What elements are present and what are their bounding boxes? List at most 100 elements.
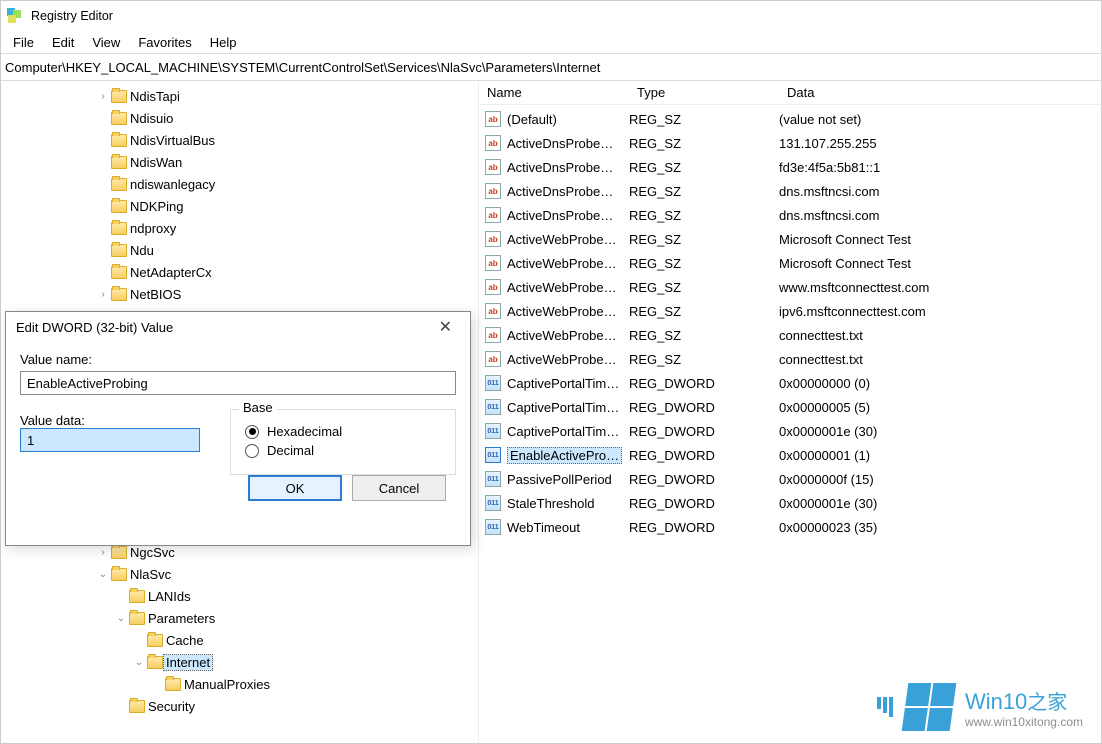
- value-row[interactable]: abActiveWebProbe…REG_SZMicrosoft Connect…: [479, 227, 1101, 251]
- menu-edit[interactable]: Edit: [44, 33, 82, 52]
- tree-item-label: NdisVirtualBus: [127, 132, 218, 149]
- list-pane: Name Type Data ab(Default)REG_SZ(value n…: [479, 81, 1101, 743]
- reg-dword-icon: [485, 423, 501, 439]
- value-data-label: Value data:: [20, 413, 220, 428]
- chevron-down-icon[interactable]: ⌄: [131, 657, 147, 668]
- tree-item-label: Security: [145, 698, 198, 715]
- value-row[interactable]: CaptivePortalTim…REG_DWORD0x0000001e (30…: [479, 419, 1101, 443]
- reg-dword-icon: [485, 495, 501, 511]
- chevron-down-icon[interactable]: ⌄: [95, 569, 111, 580]
- folder-icon: [129, 590, 145, 603]
- tree-item[interactable]: › NetBIOS: [1, 283, 478, 305]
- value-name: WebTimeout: [507, 520, 580, 535]
- value-row[interactable]: abActiveDnsProbe…REG_SZdns.msftncsi.com: [479, 203, 1101, 227]
- value-type: REG_DWORD: [629, 448, 779, 463]
- value-data: 0x0000001e (30): [779, 424, 1101, 439]
- window-title: Registry Editor: [31, 9, 1095, 23]
- tree-item[interactable]: ›LANIds: [1, 585, 478, 607]
- folder-icon: [147, 656, 163, 669]
- dialog-title: Edit DWORD (32-bit) Value: [16, 320, 173, 335]
- tree-item-label: NetBIOS: [127, 286, 184, 303]
- value-row[interactable]: abActiveDnsProbe…REG_SZ131.107.255.255: [479, 131, 1101, 155]
- value-row[interactable]: abActiveWebProbe…REG_SZMicrosoft Connect…: [479, 251, 1101, 275]
- chevron-down-icon[interactable]: ⌄: [113, 613, 129, 624]
- tree-item[interactable]: ›ManualProxies: [1, 673, 478, 695]
- value-type: REG_SZ: [629, 160, 779, 175]
- tree-item[interactable]: ›ndiswanlegacy: [1, 173, 478, 195]
- value-row[interactable]: abActiveWebProbe…REG_SZipv6.msftconnectt…: [479, 299, 1101, 323]
- value-type: REG_SZ: [629, 184, 779, 199]
- value-type: REG_DWORD: [629, 376, 779, 391]
- tree-item[interactable]: ›NetAdapterCx: [1, 261, 478, 283]
- radio-dot-icon: [245, 444, 259, 458]
- value-data: (value not set): [779, 112, 1101, 127]
- folder-icon: [111, 266, 127, 279]
- value-row[interactable]: abActiveWebProbe…REG_SZconnecttest.txt: [479, 347, 1101, 371]
- header-type[interactable]: Type: [629, 85, 779, 100]
- tree-item[interactable]: ⌄NlaSvc: [1, 563, 478, 585]
- tree-item[interactable]: ›ndproxy: [1, 217, 478, 239]
- header-data[interactable]: Data: [779, 85, 1101, 100]
- menu-view[interactable]: View: [84, 33, 128, 52]
- tree-item-label: Ndisuio: [127, 110, 176, 127]
- chevron-right-icon[interactable]: ›: [95, 91, 111, 102]
- value-row[interactable]: CaptivePortalTim…REG_DWORD0x00000005 (5): [479, 395, 1101, 419]
- tree-item-label: LANIds: [145, 588, 194, 605]
- value-name-label: Value name:: [20, 352, 456, 367]
- tree-item[interactable]: ›NDKPing: [1, 195, 478, 217]
- tree-item[interactable]: ›NdisVirtualBus: [1, 129, 478, 151]
- value-row[interactable]: abActiveDnsProbe…REG_SZfd3e:4f5a:5b81::1: [479, 155, 1101, 179]
- value-row[interactable]: abActiveWebProbe…REG_SZconnecttest.txt: [479, 323, 1101, 347]
- value-row[interactable]: CaptivePortalTim…REG_DWORD0x00000000 (0): [479, 371, 1101, 395]
- address-bar[interactable]: Computer\HKEY_LOCAL_MACHINE\SYSTEM\Curre…: [1, 53, 1101, 81]
- reg-dword-icon: [485, 519, 501, 535]
- value-row[interactable]: StaleThresholdREG_DWORD0x0000001e (30): [479, 491, 1101, 515]
- folder-icon: [147, 634, 163, 647]
- dialog-close-button[interactable]: ✕: [431, 315, 460, 339]
- menu-file[interactable]: File: [5, 33, 42, 52]
- value-name: ActiveDnsProbe…: [507, 160, 613, 175]
- chevron-right-icon[interactable]: ›: [95, 547, 111, 558]
- value-data-input[interactable]: [20, 428, 200, 452]
- header-name[interactable]: Name: [479, 85, 629, 100]
- value-data: 0x0000000f (15): [779, 472, 1101, 487]
- value-row[interactable]: EnableActivePro…REG_DWORD0x00000001 (1): [479, 443, 1101, 467]
- tree-item[interactable]: ›Cache: [1, 629, 478, 651]
- value-row[interactable]: abActiveWebProbe…REG_SZwww.msftconnectte…: [479, 275, 1101, 299]
- chevron-right-icon[interactable]: ›: [95, 289, 111, 300]
- value-row[interactable]: PassivePollPeriodREG_DWORD0x0000000f (15…: [479, 467, 1101, 491]
- tree-item-label: Internet: [163, 654, 213, 671]
- list-body: ab(Default)REG_SZ(value not set)abActive…: [479, 105, 1101, 539]
- value-row[interactable]: WebTimeoutREG_DWORD0x00000023 (35): [479, 515, 1101, 539]
- radio-decimal[interactable]: Decimal: [245, 443, 441, 458]
- value-row[interactable]: abActiveDnsProbe…REG_SZdns.msftncsi.com: [479, 179, 1101, 203]
- tree-item[interactable]: ›NdisWan: [1, 151, 478, 173]
- tree-item[interactable]: ›Security: [1, 695, 478, 717]
- tree-item[interactable]: ⌄Parameters: [1, 607, 478, 629]
- tree-item[interactable]: ›Ndu: [1, 239, 478, 261]
- folder-icon: [111, 134, 127, 147]
- value-type: REG_SZ: [629, 136, 779, 151]
- tree-item-label: NetAdapterCx: [127, 264, 215, 281]
- menu-favorites[interactable]: Favorites: [130, 33, 199, 52]
- radio-dec-label: Decimal: [267, 443, 314, 458]
- folder-icon: [111, 178, 127, 191]
- radio-hexadecimal[interactable]: Hexadecimal: [245, 424, 441, 439]
- value-name-input[interactable]: [20, 371, 456, 395]
- value-name: ActiveWebProbe…: [507, 304, 617, 319]
- menu-help[interactable]: Help: [202, 33, 245, 52]
- tree-item[interactable]: ⌄ Internet: [1, 651, 478, 673]
- titlebar: Registry Editor: [1, 1, 1101, 31]
- value-name: EnableActivePro…: [507, 447, 622, 464]
- value-data: dns.msftncsi.com: [779, 208, 1101, 223]
- tree-item-label: Ndu: [127, 242, 157, 259]
- tree-item[interactable]: ›Ndisuio: [1, 107, 478, 129]
- dialog-titlebar: Edit DWORD (32-bit) Value ✕: [6, 312, 470, 342]
- value-name: CaptivePortalTim…: [507, 424, 619, 439]
- address-path: Computer\HKEY_LOCAL_MACHINE\SYSTEM\Curre…: [5, 60, 600, 75]
- cancel-button[interactable]: Cancel: [352, 475, 446, 501]
- value-data: fd3e:4f5a:5b81::1: [779, 160, 1101, 175]
- value-row[interactable]: ab(Default)REG_SZ(value not set): [479, 107, 1101, 131]
- ok-button[interactable]: OK: [248, 475, 342, 501]
- tree-item[interactable]: ›NdisTapi: [1, 85, 478, 107]
